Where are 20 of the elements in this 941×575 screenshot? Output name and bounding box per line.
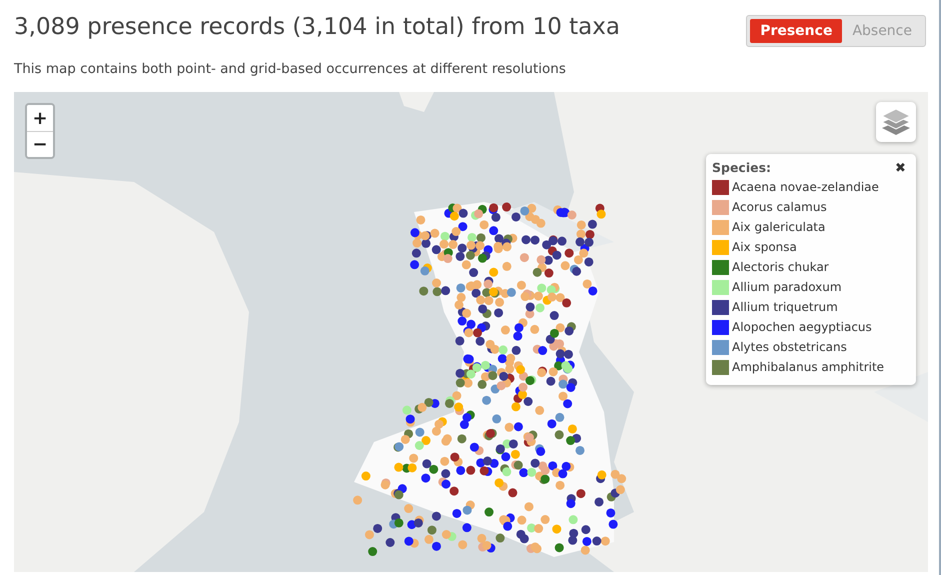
close-button[interactable]: ✖ <box>891 160 910 175</box>
legend-label: Aix sponsa <box>732 240 797 254</box>
legend-label: Alytes obstetricans <box>732 340 847 354</box>
legend-label: Acaena novae-zelandiae <box>732 180 879 194</box>
legend-label: Alectoris chukar <box>732 260 829 274</box>
zoom-out-button[interactable]: − <box>27 131 53 157</box>
toggle-option[interactable]: Presence <box>750 19 842 43</box>
page-title: 3,089 presence records (3,104 in total) from 10 taxa <box>14 14 620 40</box>
legend-title: Species: <box>712 160 772 175</box>
legend-label: Alopochen aegyptiacus <box>732 320 872 334</box>
legend-label: Amphibalanus amphitrite <box>732 360 884 374</box>
layers-icon <box>881 108 911 136</box>
map[interactable]: + − Species: ✖ Acaena novae-zelandiae Acorus calamus Aix galericulata Aix sponsa Alectoris chukar Allium paradoxum Allium triquetrum Alopochen aegyptiacus Alytes obstetricans Amphibalanus amphitrite <box>14 92 928 572</box>
zoom-in-button[interactable]: + <box>27 105 53 131</box>
legend-label: Allium paradoxum <box>732 280 842 294</box>
legend-label: Aix galericulata <box>732 220 826 234</box>
layers-button[interactable] <box>876 102 916 142</box>
legend-label: Acorus calamus <box>732 200 827 214</box>
legend-label: Allium triquetrum <box>732 300 838 314</box>
map-description: This map contains both point- and grid-based occurrences at different resolutions <box>14 61 567 77</box>
